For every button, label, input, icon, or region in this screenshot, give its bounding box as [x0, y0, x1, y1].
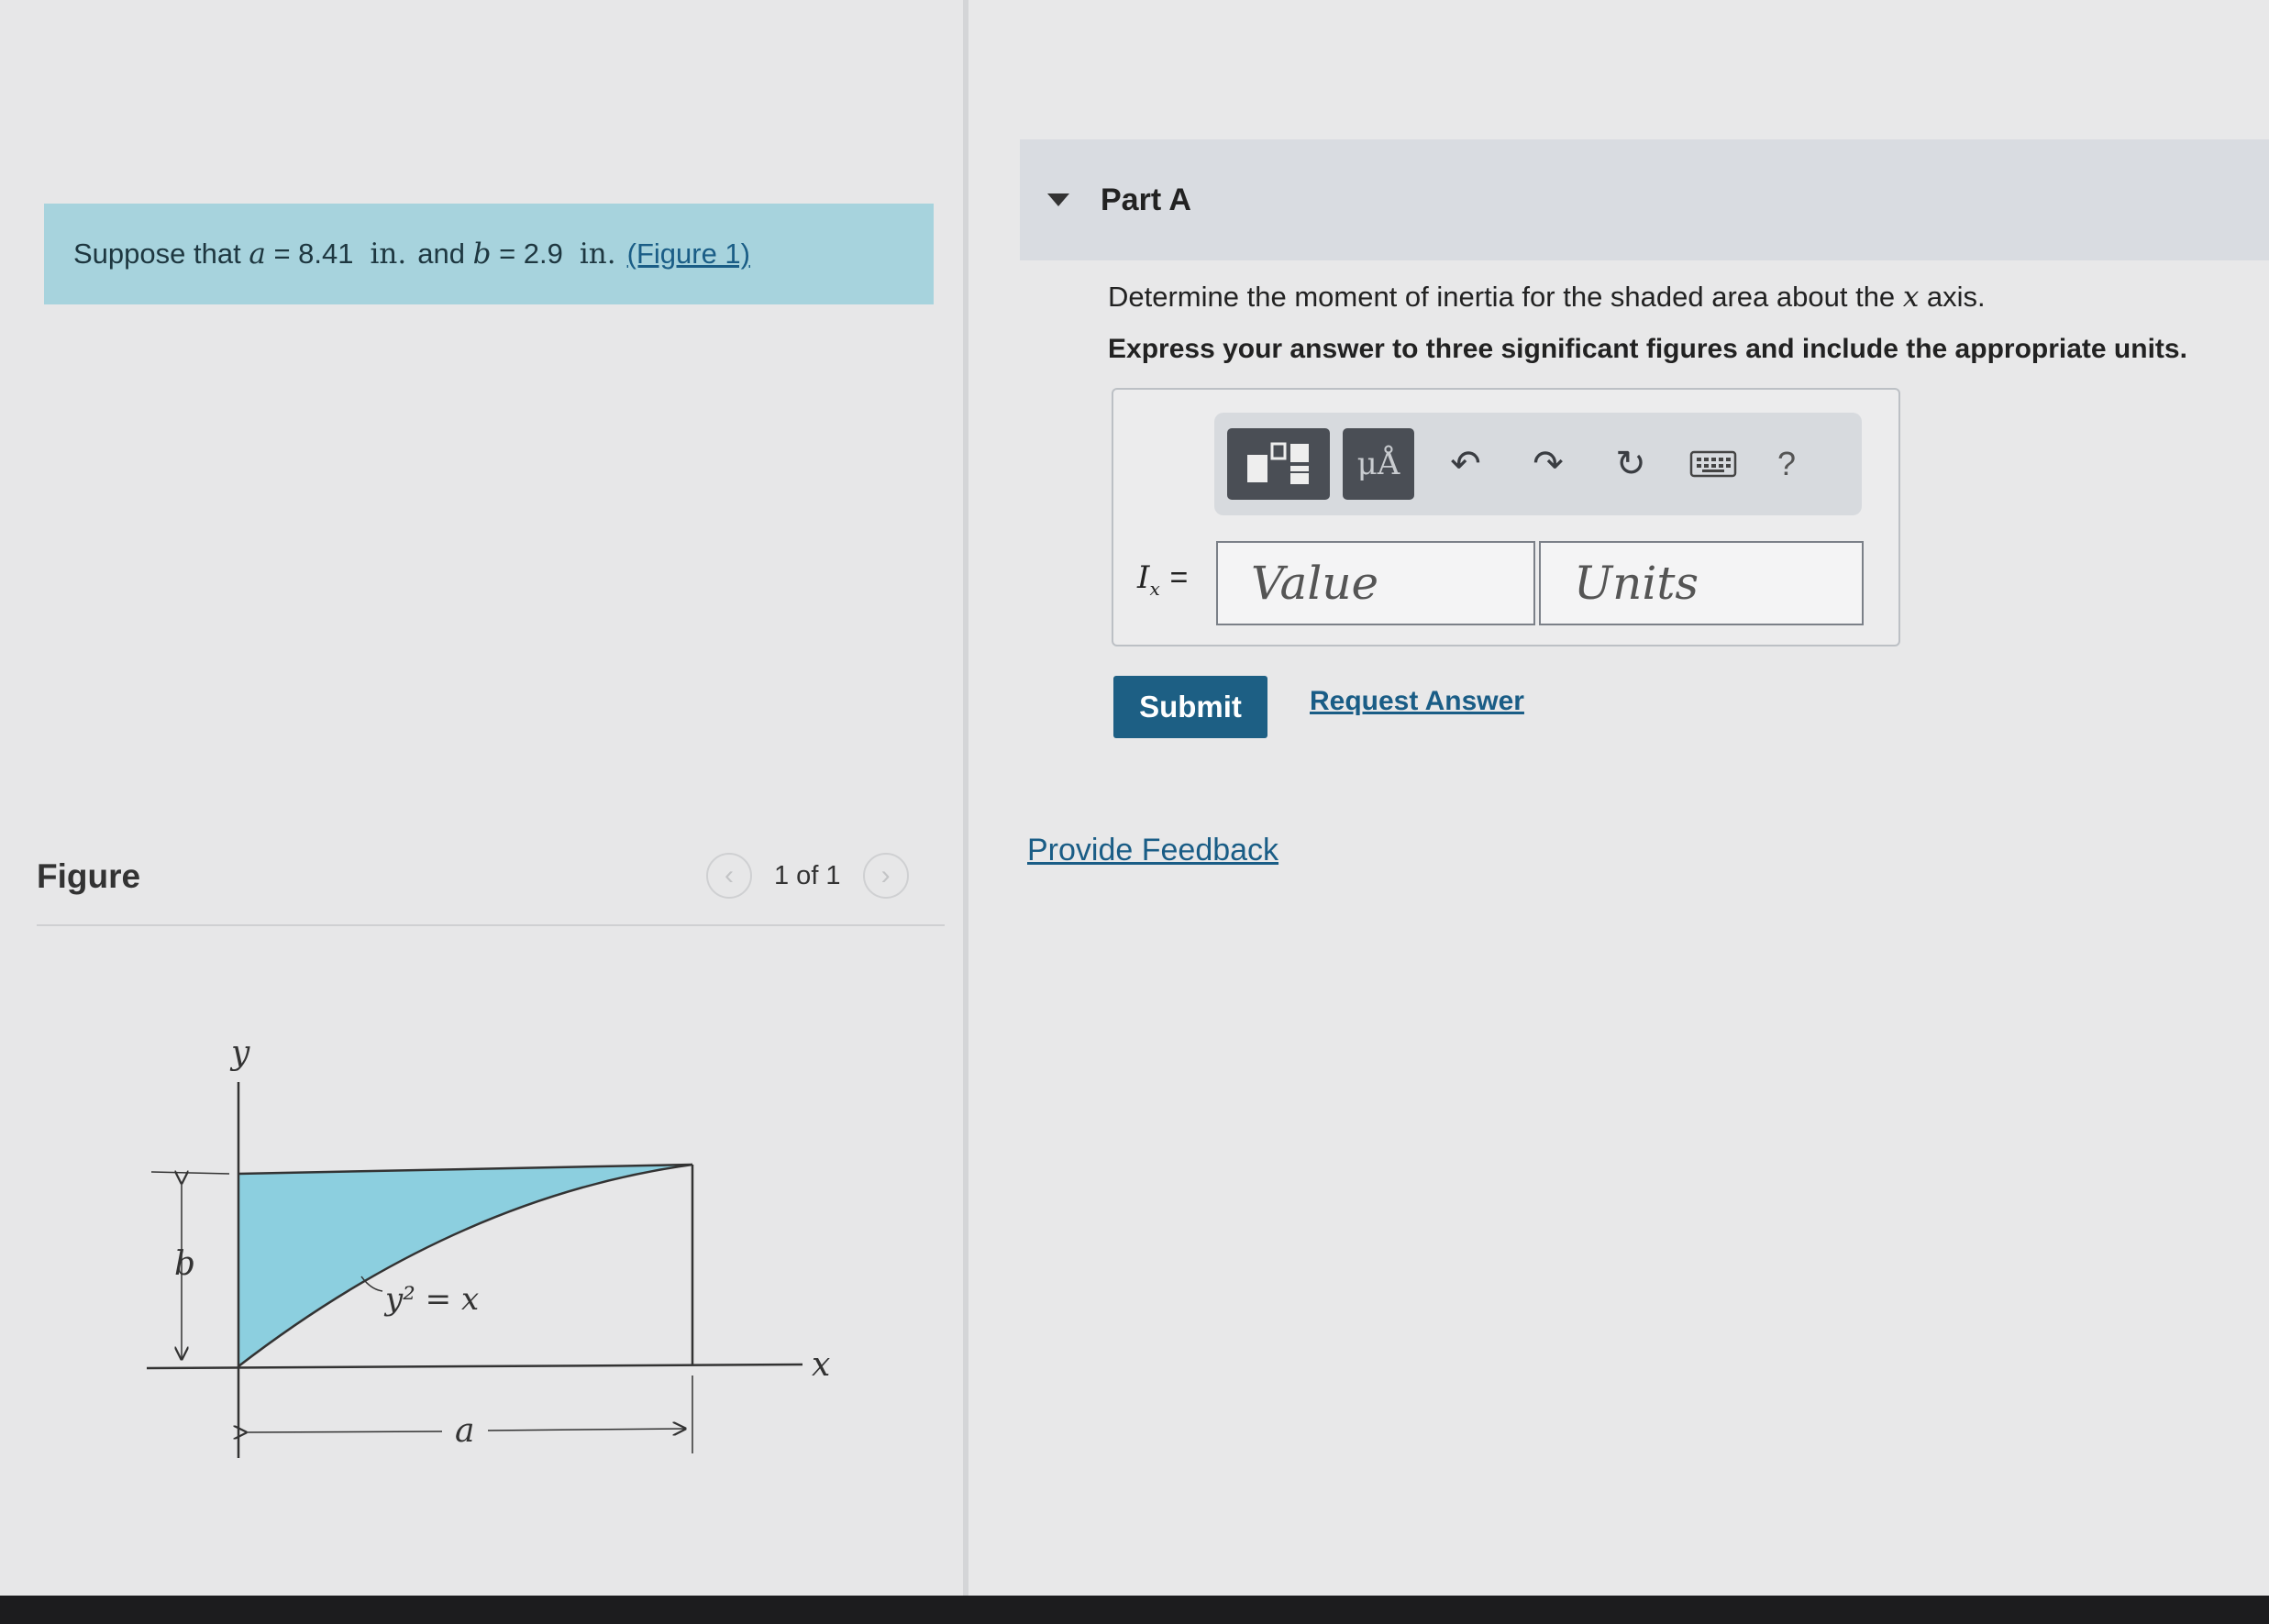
- figure-divider: [37, 924, 945, 926]
- question-pre: Determine the moment of inertia for the …: [1108, 281, 1896, 313]
- problem-prefix: Suppose that: [73, 238, 241, 270]
- curve-label: y² = x: [383, 1281, 479, 1318]
- answer-box: μÅ ↶ ↷ ↻ ? Ix = Value Units: [1112, 388, 1900, 646]
- b-label: b: [174, 1245, 195, 1283]
- units-input[interactable]: Units: [1539, 541, 1864, 625]
- keyboard-icon[interactable]: [1678, 428, 1748, 500]
- a-dimension-right: [487, 1429, 685, 1431]
- var-a: a: [249, 238, 266, 271]
- b-value: = 2.9: [499, 238, 563, 270]
- chevron-left-icon[interactable]: ‹: [706, 853, 752, 899]
- figure-pager: ‹ 1 of 1 ›: [706, 853, 909, 899]
- question-var: x: [1902, 281, 1920, 314]
- units-button[interactable]: μÅ: [1343, 428, 1414, 500]
- undo-icon[interactable]: ↶: [1431, 428, 1500, 500]
- answer-symbol: I: [1137, 559, 1150, 596]
- a-dimension-left: [246, 1431, 443, 1432]
- a-unit: in.: [370, 238, 407, 271]
- caret-down-icon[interactable]: [1047, 193, 1069, 206]
- screen-bottom-bezel: [0, 1596, 2269, 1624]
- redo-icon[interactable]: ↷: [1513, 428, 1583, 500]
- math-toolbar: μÅ ↶ ↷ ↻ ?: [1214, 413, 1862, 515]
- answer-label: Ix =: [1137, 559, 1188, 600]
- problem-statement: Suppose that a = 8.41 in. and b = 2.9 in…: [44, 204, 934, 304]
- figure-diagram: y x y² = x b a: [146, 1034, 830, 1458]
- part-a-header[interactable]: Part A: [1020, 139, 2269, 260]
- a-label: a: [455, 1412, 474, 1450]
- question-text: Determine the moment of inertia for the …: [1108, 281, 1986, 314]
- help-button[interactable]: ?: [1761, 428, 1812, 500]
- answer-equals: =: [1169, 560, 1189, 595]
- b-ext-top: [150, 1171, 230, 1175]
- x-axis-label: x: [812, 1346, 830, 1384]
- chevron-right-icon[interactable]: ›: [862, 853, 909, 899]
- part-title: Part A: [1101, 182, 1191, 217]
- provide-feedback-link[interactable]: Provide Feedback: [1027, 833, 1278, 868]
- y-axis-label: y: [229, 1034, 250, 1072]
- b-unit: in.: [579, 238, 616, 271]
- a-value: = 8.41: [273, 238, 354, 270]
- instructions-text: Express your answer to three significant…: [1108, 334, 2187, 364]
- var-b: b: [472, 238, 492, 271]
- shaded-area: [238, 1165, 692, 1366]
- figure-link[interactable]: (Figure 1): [627, 238, 750, 271]
- answer-subscript: x: [1149, 577, 1160, 600]
- submit-button[interactable]: Submit: [1113, 676, 1267, 738]
- x-axis: [146, 1363, 803, 1370]
- figure-title: Figure: [37, 857, 141, 895]
- and-text: and: [417, 238, 465, 270]
- request-answer-link[interactable]: Request Answer: [1310, 686, 1524, 717]
- templates-icon[interactable]: [1227, 428, 1330, 500]
- reset-icon[interactable]: ↻: [1596, 428, 1666, 500]
- question-post: axis.: [1926, 281, 1986, 313]
- value-input[interactable]: Value: [1216, 541, 1535, 625]
- pager-text: 1 of 1: [774, 860, 841, 890]
